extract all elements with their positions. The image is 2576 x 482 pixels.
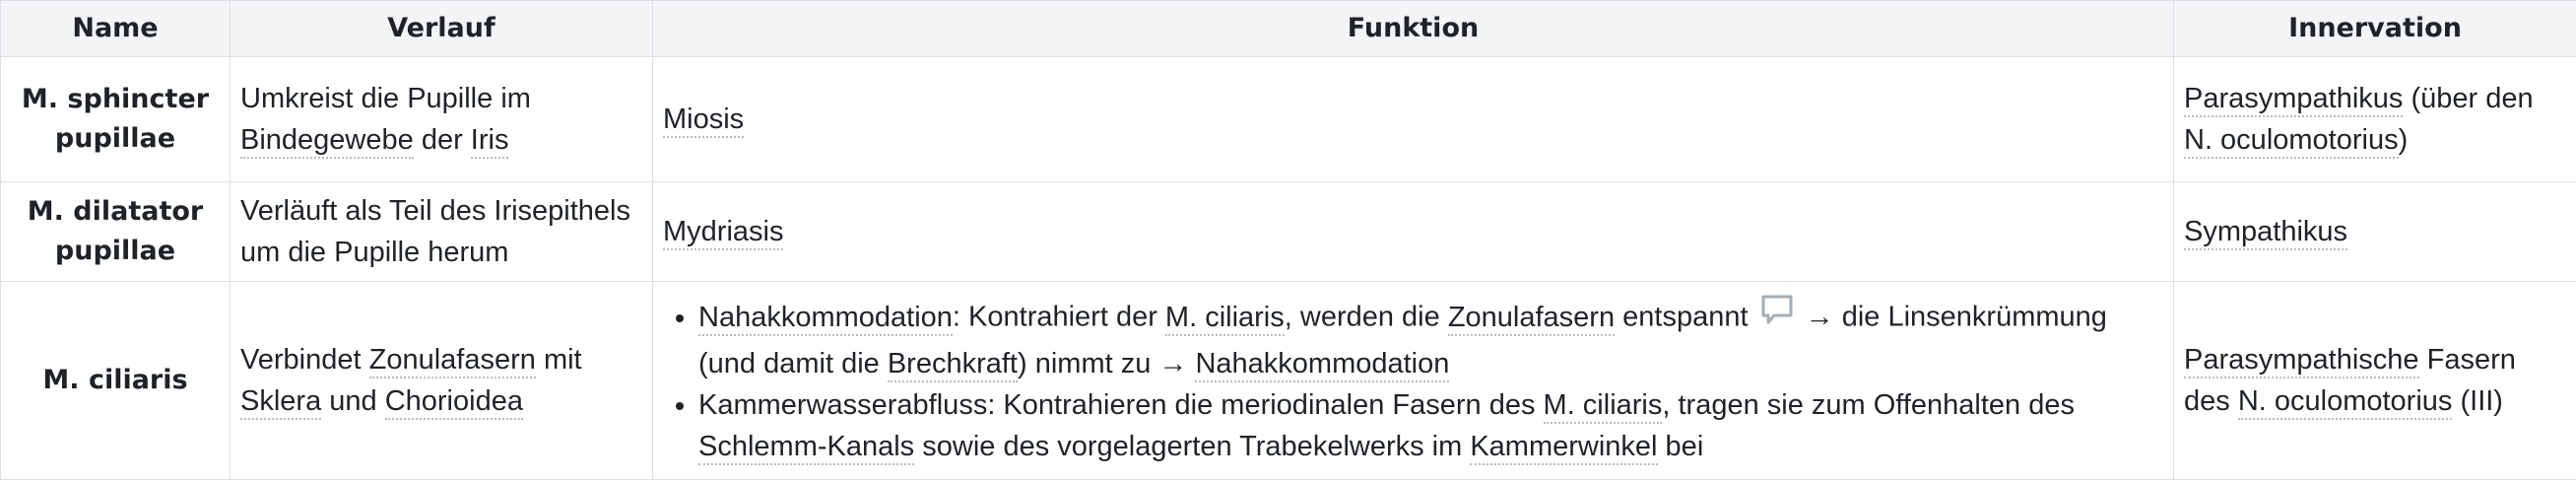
link-chorioidea[interactable]: Chorioidea: [384, 385, 523, 420]
link-nahakkommodation[interactable]: Nahakkommodation: [1195, 348, 1450, 382]
link-schlemm-kanal[interactable]: Schlemm-Kanals: [698, 431, 915, 465]
link-brechkraft[interactable]: Brechkraft: [887, 348, 1018, 382]
link-parasympathikus[interactable]: Parasympathikus: [2184, 83, 2404, 117]
comment-icon[interactable]: [1760, 294, 1794, 337]
muscle-name: M. dilatator pupillae: [0, 181, 231, 282]
muscle-name: M. ciliaris: [0, 281, 231, 480]
muscle-name: M. sphincter pupillae: [0, 56, 231, 182]
list-item: Kammerwasserabfluss: Kontrahieren die me…: [698, 384, 2163, 467]
funktion-list: Nahakkommodation: Kontrahiert der M. cil…: [663, 294, 2163, 467]
header-innervation: Innervation: [2173, 0, 2576, 57]
verlauf-cell: Umkreist die Pupille im Bindegewebe der …: [230, 56, 653, 182]
table-row: M. sphincter pupillae Umkreist die Pupill…: [0, 56, 2576, 182]
text: (III): [2452, 385, 2503, 417]
muscle-table: Name Verlauf Funktion Innervation M. sph…: [0, 0, 2576, 480]
text: Kammerwasserabfluss: Kontrahieren die me…: [698, 389, 1544, 421]
text: entspannt: [1615, 301, 1756, 333]
verlauf-cell: Verbindet Zonulafasern mit Sklera und Ch…: [230, 281, 653, 480]
text: Umkreist die Pupille im: [240, 83, 531, 114]
text: bei: [1657, 431, 1704, 462]
muscle-name-line: M. sphincter: [21, 84, 210, 114]
text: um die Pupille herum: [240, 237, 509, 268]
text: (über den: [2403, 83, 2534, 114]
muscle-name-line: pupillae: [54, 236, 176, 266]
header-row: Name Verlauf Funktion Innervation: [0, 0, 2576, 57]
muscle-name-line: M. dilatator: [27, 196, 204, 227]
verlauf-cell: Verläuft als Teil des Irisepithels um die…: [230, 181, 653, 282]
text: Verbindet: [240, 344, 369, 376]
link-n-oculomotorius[interactable]: N. oculomotorius: [2237, 385, 2453, 420]
text: ) nimmt zu →: [1018, 348, 1196, 379]
link-kammerwinkel[interactable]: Kammerwinkel: [1470, 431, 1658, 465]
link-m-ciliaris[interactable]: M. ciliaris: [1543, 389, 1663, 424]
link-zonulafasern[interactable]: Zonulafasern: [1447, 301, 1616, 336]
link-iris[interactable]: Iris: [470, 124, 509, 159]
text: ): [2398, 124, 2409, 156]
link-sympathikus[interactable]: Sympathikus: [2184, 216, 2348, 250]
text: und: [321, 385, 385, 417]
muscle-name-line: pupillae: [54, 123, 176, 154]
funktion-cell: Mydriasis: [652, 181, 2174, 282]
link-nahakkommodation[interactable]: Nahakkommodation: [698, 301, 953, 336]
link-mydriasis[interactable]: Mydriasis: [663, 216, 784, 250]
table-row: M. ciliaris Verbindet Zonulafasern mit S…: [0, 281, 2576, 480]
list-item: Nahakkommodation: Kontrahiert der M. cil…: [698, 294, 2163, 384]
header-funktion: Funktion: [652, 0, 2174, 57]
text: sowie des vorgelagerten Trabekelwerks im: [914, 431, 1471, 462]
link-miosis[interactable]: Miosis: [663, 103, 745, 138]
link-sklera[interactable]: Sklera: [240, 385, 322, 420]
innervation-cell: Parasympathikus (über den N. oculomotori…: [2173, 56, 2576, 182]
header-name: Name: [0, 0, 231, 57]
table-row: M. dilatator pupillae Verläuft als Teil d…: [0, 181, 2576, 282]
link-zonulafasern[interactable]: Zonulafasern: [368, 344, 536, 379]
text: Verläuft als Teil des Irisepithels: [240, 195, 631, 227]
funktion-cell: Miosis: [652, 56, 2174, 182]
text: : Kontrahiert der: [952, 301, 1165, 333]
funktion-cell: Nahakkommodation: Kontrahiert der M. cil…: [652, 281, 2174, 480]
link-parasympathische[interactable]: Parasympathische: [2184, 344, 2419, 379]
innervation-cell: Sympathikus: [2173, 181, 2576, 282]
link-m-ciliaris[interactable]: M. ciliaris: [1164, 301, 1285, 336]
header-verlauf: Verlauf: [230, 0, 653, 57]
link-bindegewebe[interactable]: Bindegewebe: [240, 124, 414, 159]
text: der: [413, 124, 471, 156]
text: mit: [535, 344, 582, 376]
text: , tragen sie zum Offenhalten des: [1662, 389, 2075, 421]
text: , werden die: [1284, 301, 1448, 333]
link-n-oculomotorius[interactable]: N. oculomotorius: [2184, 124, 2399, 159]
innervation-cell: Parasympathische Fasern des N. oculomoto…: [2173, 281, 2576, 480]
